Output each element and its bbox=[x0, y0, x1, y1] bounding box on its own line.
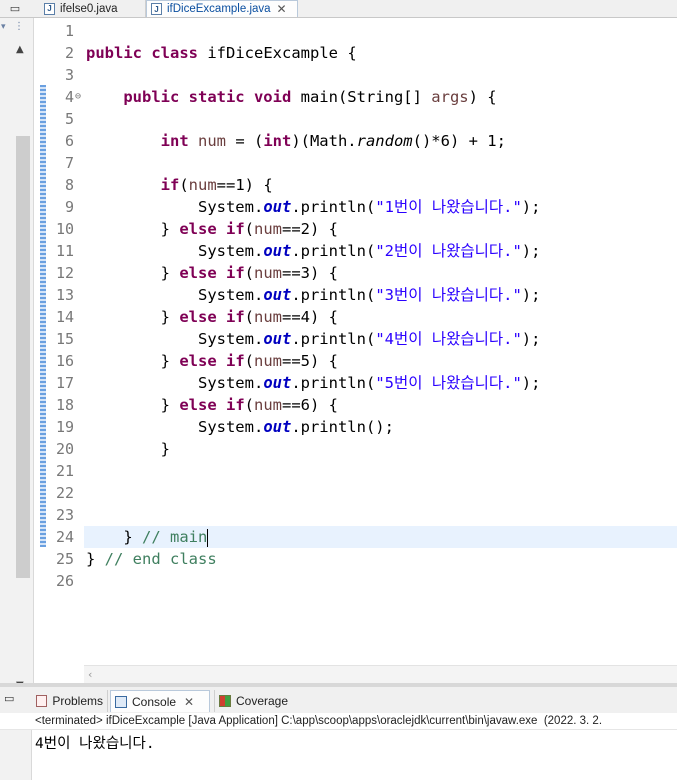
code-line: 17 System.out.println("5번이 나왔습니다."); bbox=[55, 374, 541, 392]
code-line: 20 } bbox=[55, 440, 170, 458]
code-line: 16 } else if(num==5) { bbox=[55, 352, 339, 370]
package-icon[interactable]: ▾ bbox=[1, 22, 6, 32]
tab-problems[interactable]: Problems bbox=[32, 690, 108, 712]
coverage-icon bbox=[219, 695, 231, 707]
scroll-left-icon[interactable]: ‹ bbox=[88, 668, 92, 681]
console-status: <terminated> ifDiceExcample [Java Applic… bbox=[0, 713, 677, 730]
code-line: 24 } // main bbox=[55, 528, 209, 547]
code-line: 18 } else if(num==6) { bbox=[55, 396, 339, 414]
close-icon[interactable]: ✕ bbox=[277, 2, 287, 16]
tab-label: ifDiceExcample.java bbox=[167, 3, 271, 15]
minimize-icon[interactable]: ▭ bbox=[0, 0, 30, 17]
code-line: 23 bbox=[55, 506, 74, 524]
text-caret bbox=[207, 528, 209, 547]
outline-icon[interactable]: ⋮ bbox=[14, 21, 24, 32]
tab-console[interactable]: Console ✕ bbox=[110, 690, 210, 712]
tab-ifelse0[interactable]: J ifelse0.java bbox=[40, 0, 146, 17]
java-file-icon: J bbox=[151, 3, 162, 15]
close-icon[interactable]: ✕ bbox=[184, 695, 194, 709]
code-line: 6 int num = (int)(Math.random()*6) + 1; bbox=[64, 132, 506, 150]
code-line: 10 } else if(num==2) { bbox=[55, 220, 339, 238]
code-line: 1 bbox=[64, 22, 74, 40]
code-line: 11 System.out.println("2번이 나왔습니다."); bbox=[55, 242, 541, 260]
code-line: 15 System.out.println("4번이 나왔습니다."); bbox=[55, 330, 541, 348]
code-line: 9 System.out.println("1번이 나왔습니다."); bbox=[64, 198, 541, 216]
java-file-icon: J bbox=[44, 2, 55, 15]
tab-ifdiceexcample[interactable]: J ifDiceExcample.java ✕ bbox=[146, 0, 298, 17]
code-line: 25} // end class bbox=[55, 550, 217, 568]
tab-coverage[interactable]: Coverage bbox=[214, 690, 294, 712]
editor-tab-bar: ▭ J ifelse0.java J ifDiceExcample.java ✕ bbox=[0, 0, 677, 18]
code-line: 5 bbox=[64, 110, 74, 128]
code-lines[interactable]: 1 2 public class ifDiceExcample { 3 4 ⊖ pu… bbox=[46, 20, 677, 592]
scroll-up-icon[interactable]: ▲ bbox=[16, 44, 24, 55]
code-line: 7 bbox=[64, 154, 74, 172]
code-line: 21 bbox=[55, 462, 74, 480]
code-line: 19 System.out.println(); bbox=[55, 418, 394, 436]
code-line: 22 bbox=[55, 484, 74, 502]
problems-icon bbox=[36, 695, 48, 707]
vertical-scrollbar-thumb[interactable] bbox=[16, 136, 30, 578]
code-line: 12 } else if(num==3) { bbox=[55, 264, 339, 282]
console-output[interactable]: 4번이 나왔습니다. bbox=[35, 732, 155, 753]
code-line: 3 bbox=[64, 66, 74, 84]
code-line: 4 ⊖ public static void main(String[] args… bbox=[64, 86, 497, 108]
code-line: 14 } else if(num==4) { bbox=[55, 308, 339, 326]
minimize-icon[interactable]: ▭ bbox=[4, 692, 14, 705]
code-line: 26 bbox=[55, 572, 74, 590]
fold-icon[interactable]: ⊖ bbox=[75, 86, 81, 108]
code-line: 8 if(num==1) { bbox=[64, 176, 273, 194]
tab-label: ifelse0.java bbox=[60, 2, 118, 15]
console-tab-bar: ▭ Problems Console ✕ Coverage bbox=[0, 687, 677, 714]
code-line: 13 System.out.println("3번이 나왔습니다."); bbox=[55, 286, 541, 304]
console-icon bbox=[115, 695, 127, 708]
code-line: 2 public class ifDiceExcample { bbox=[64, 44, 357, 62]
horizontal-scrollbar[interactable]: ‹ bbox=[84, 665, 677, 684]
left-side-strip: ▾ ⋮ ▲ ▼ bbox=[0, 18, 34, 691]
